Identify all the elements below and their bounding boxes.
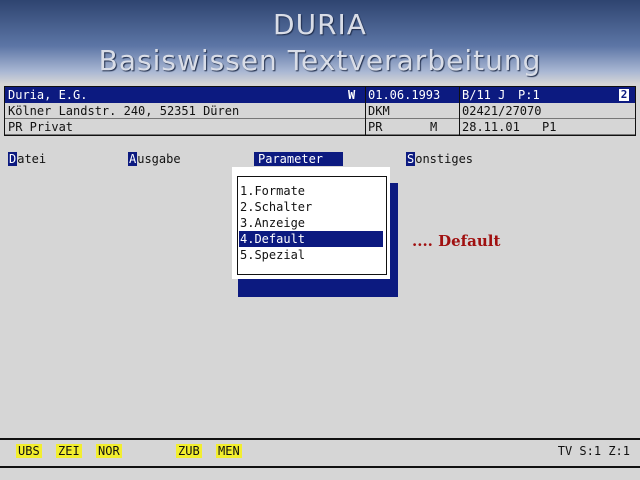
menu-datei[interactable]: Datei [8,150,46,168]
record-sex: M [427,119,459,135]
menu-parameter[interactable]: Parameter [254,150,344,168]
key-zei[interactable]: ZEI [56,444,82,458]
record-address: Kölner Landstr. 240, 52351 Düren [5,103,365,119]
menu-hotkey: A [128,152,138,166]
menu-ausgabe[interactable]: Ausgabe [128,150,181,168]
menu-label: usgabe [137,152,181,166]
record-phone: 02421/27070 [459,103,635,119]
parameter-dropdown-list: 1.Formate 2.Schalter 3.Anzeige 4.Default… [237,176,387,275]
record-code: DKM [365,103,459,119]
record-date: 01.06.1993 [368,88,441,102]
record-header: Duria, E.G. W 01.06.1993 B/11 J P:1 2 Kö… [4,86,636,136]
cursor-position: TV S:1 Z:1 [557,444,630,458]
dropdown-item-formate[interactable]: 1.Formate [239,183,383,199]
record-category-code: PR [365,119,427,135]
bottom-divider [0,466,640,468]
header-divider [459,87,460,135]
dropdown-item-schalter[interactable]: 2.Schalter [239,199,383,215]
dropdown-item-anzeige[interactable]: 3.Anzeige [239,215,383,231]
menu-hotkey: D [8,152,18,166]
menu-hotkey: S [406,152,416,166]
key-nor[interactable]: NOR [96,444,122,458]
menu-label: Parameter [254,152,344,166]
record-name: Duria, E.G. [8,88,88,102]
menu-label: atei [17,152,47,166]
record-category: PR Privat [5,119,365,135]
banner-title: DURIA [273,8,367,41]
key-ubs[interactable]: UBS [16,444,42,458]
key-men[interactable]: MEN [216,444,242,458]
key-zub[interactable]: ZUB [176,444,202,458]
title-banner: DURIA Basiswissen Textverarbeitung [0,0,640,84]
header-row-3: PR Privat PR M 28.11.01 P1 [5,119,635,135]
dropdown-item-default[interactable]: 4.Default [239,231,383,247]
menu-sonstiges[interactable]: Sonstiges [406,150,473,168]
record-indicator: 2 [619,88,629,101]
menu-bar: Datei Ausgabe Parameter Sonstiges [0,150,640,168]
record-page-short: P1 [539,119,635,135]
record-age: B/11 J [462,88,506,102]
status-divider [0,438,640,440]
header-row-2: Kölner Landstr. 240, 52351 Düren DKM 024… [5,103,635,119]
banner-subtitle: Basiswissen Textverarbeitung [98,44,542,77]
dropdown-item-spezial[interactable]: 5.Spezial [239,247,383,263]
header-divider [365,87,366,135]
menu-label: onstiges [415,152,474,166]
header-row-1: Duria, E.G. W 01.06.1993 B/11 J P:1 2 [5,87,635,103]
record-changed-date: 28.11.01 [459,119,539,135]
default-annotation: .... Default [412,232,501,250]
record-page: P:1 [518,88,540,102]
status-bar: UBS ZEI NOR ZUB MEN TV S:1 Z:1 [0,441,640,461]
record-flag: W [348,88,356,102]
